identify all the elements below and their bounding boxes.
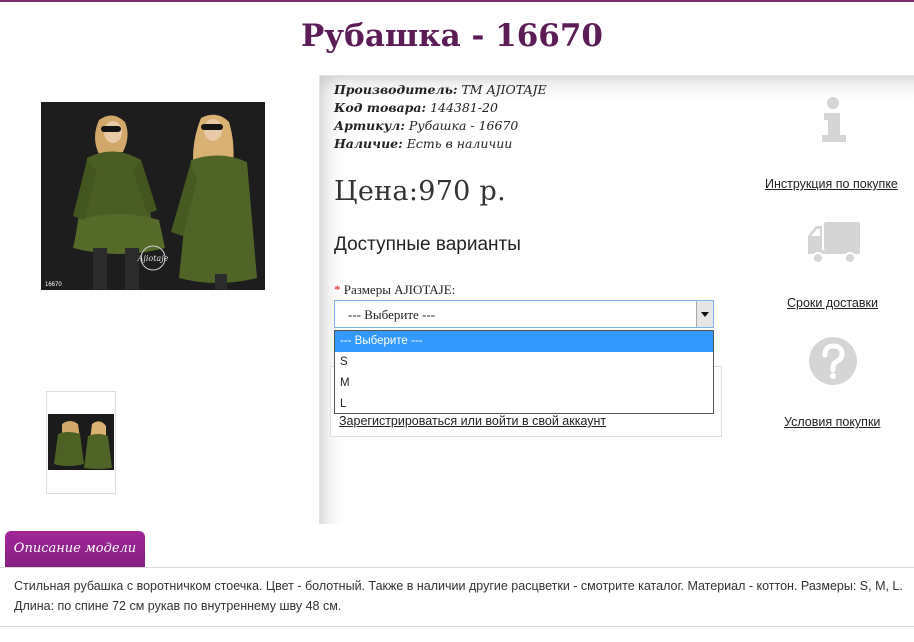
size-label: * Размеры AJIOTAJE:: [334, 282, 455, 298]
manufacturer-label: Производитель:: [334, 82, 458, 97]
manufacturer-value: ТМ AJIOTAJE: [461, 82, 547, 97]
stock-label: Наличие:: [334, 136, 403, 151]
stock-value: Есть в наличии: [406, 136, 513, 151]
watermark-logo: Ajiotaje: [137, 254, 169, 263]
purchase-conditions-link[interactable]: Условия покупки: [784, 415, 880, 429]
size-dropdown-list: --- Выберите --- S M L: [334, 330, 714, 414]
size-select[interactable]: --- Выберите ---: [334, 300, 714, 328]
info-icon[interactable]: [818, 96, 848, 149]
chevron-down-icon[interactable]: [696, 301, 713, 327]
size-label-text: Размеры AJIOTAJE:: [343, 282, 456, 297]
size-option[interactable]: --- Выберите ---: [335, 331, 713, 352]
product-code-label: Код товара:: [334, 100, 427, 115]
size-option[interactable]: M: [335, 373, 713, 394]
variants-heading: Доступные варианты: [334, 234, 521, 255]
tab-description[interactable]: Описание модели: [5, 531, 145, 567]
article-value: Рубашка - 16670: [408, 118, 519, 133]
product-main-image[interactable]: Ajiotaje 16670: [41, 102, 265, 290]
article-label: Артикул:: [334, 118, 405, 133]
instructions-link[interactable]: Инструкция по покупке: [765, 177, 898, 191]
product-details: Производитель: ТМ AJIOTAJE Код товара: 1…: [334, 81, 547, 153]
photo-code: 16670: [45, 282, 62, 288]
size-option[interactable]: L: [335, 394, 713, 415]
size-option[interactable]: S: [335, 352, 713, 373]
truck-icon[interactable]: [806, 220, 862, 269]
page-title: Рубашка - 16670: [300, 18, 603, 54]
register-login-link[interactable]: Зарегистрироваться или войти в свой акка…: [339, 414, 606, 428]
product-thumbnail[interactable]: [46, 391, 116, 494]
delivery-link[interactable]: Сроки доставки: [787, 296, 878, 310]
size-select-value: --- Выберите ---: [348, 307, 436, 322]
price: Цена:970 р.: [334, 176, 506, 207]
price-label: Цена:: [334, 176, 419, 207]
product-description: Стильная рубашка с воротничком стоечка. …: [14, 579, 903, 613]
top-divider: [0, 0, 914, 2]
price-value: 970 р.: [418, 176, 507, 207]
question-icon[interactable]: [808, 336, 858, 391]
product-code-value: 144381-20: [430, 100, 498, 115]
required-mark: *: [334, 282, 341, 297]
